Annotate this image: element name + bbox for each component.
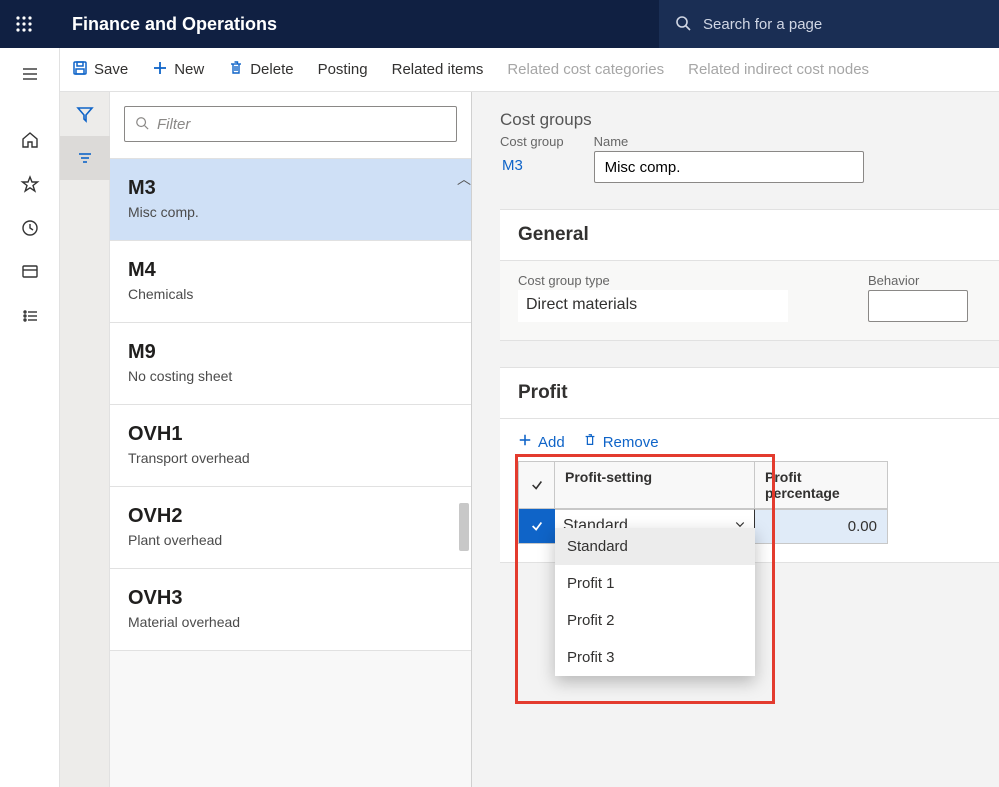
cost-group-value[interactable]: M3 [500, 151, 564, 180]
save-icon [72, 60, 88, 80]
plus-icon [152, 60, 168, 80]
behavior-label: Behavior [868, 273, 968, 288]
profit-grid: Profit-setting Profit percentage Standar… [518, 461, 888, 544]
cost-group-type-label: Cost group type [518, 273, 788, 288]
save-label: Save [94, 61, 128, 78]
scrollbar-thumb[interactable] [459, 503, 469, 551]
section-profit: Profit Add [500, 367, 999, 563]
behavior-value[interactable] [868, 290, 968, 322]
global-search[interactable] [659, 0, 999, 48]
list-item[interactable]: OVH1 Transport overhead [110, 405, 471, 487]
name-input[interactable] [594, 151, 864, 183]
list-item-code: OVH3 [128, 587, 453, 610]
list-item-name: No costing sheet [128, 368, 453, 384]
profit-add-label: Add [538, 434, 565, 451]
grid-select-all[interactable] [519, 462, 555, 508]
posting-button[interactable]: Posting [318, 61, 368, 78]
col-profit-percentage[interactable]: Profit percentage [755, 462, 887, 508]
dropdown-option[interactable]: Profit 2 [555, 602, 755, 639]
search-icon [675, 15, 691, 34]
list-item-code: M9 [128, 341, 453, 364]
list-item[interactable]: M3 Misc comp. [110, 159, 471, 241]
col-profit-setting[interactable]: Profit-setting [555, 462, 755, 508]
profit-percentage-cell[interactable]: 0.00 [755, 509, 887, 543]
list-filter-input[interactable] [157, 116, 446, 133]
filter-sort-icon[interactable] [60, 136, 110, 180]
list-item-name: Plant overhead [128, 532, 453, 548]
filter-funnel-icon[interactable] [60, 92, 110, 136]
trash-icon [228, 60, 244, 80]
plus-icon [518, 433, 532, 451]
profit-add-button[interactable]: Add [518, 433, 565, 451]
nav-toggle-icon[interactable] [0, 52, 60, 96]
nav-workspaces-icon[interactable] [0, 250, 60, 294]
list-item-name: Chemicals [128, 286, 453, 302]
list-item-code: OVH1 [128, 423, 453, 446]
list-item-code: M4 [128, 259, 453, 282]
app-launcher-icon[interactable] [0, 0, 48, 48]
section-general-title[interactable]: General [500, 210, 999, 261]
page-title: Cost groups [500, 110, 999, 130]
list-item[interactable]: OVH2 Plant overhead [110, 487, 471, 569]
app-header: Finance and Operations [0, 0, 999, 48]
save-button[interactable]: Save [72, 60, 128, 80]
profit-remove-label: Remove [603, 434, 659, 451]
section-general: General Cost group type Direct materials… [500, 209, 999, 341]
list-item-name: Transport overhead [128, 450, 453, 466]
nav-recent-icon[interactable] [0, 206, 60, 250]
nav-modules-icon[interactable] [0, 294, 60, 338]
nav-favorites-icon[interactable] [0, 162, 60, 206]
app-title: Finance and Operations [48, 14, 277, 35]
detail-pane: Cost groups Cost group M3 Name General [472, 92, 999, 787]
search-icon [135, 116, 149, 133]
related-cost-categories-button[interactable]: Related cost categories [507, 61, 664, 78]
list-item-name: Misc comp. [128, 204, 453, 220]
delete-button[interactable]: Delete [228, 60, 293, 80]
related-indirect-cost-nodes-label: Related indirect cost nodes [688, 61, 869, 78]
action-bar: Save New Delete Posting Related items [60, 48, 999, 92]
trash-icon [583, 433, 597, 451]
related-cost-categories-label: Related cost categories [507, 61, 664, 78]
profit-remove-button[interactable]: Remove [583, 433, 659, 451]
list-item[interactable]: M9 No costing sheet [110, 323, 471, 405]
list-item[interactable]: OVH3 Material overhead [110, 569, 471, 651]
list-toolbar [60, 92, 110, 787]
delete-label: Delete [250, 61, 293, 78]
posting-label: Posting [318, 61, 368, 78]
list-item-code: OVH2 [128, 505, 453, 528]
related-items-label: Related items [392, 61, 484, 78]
nav-rail [0, 48, 60, 787]
global-search-input[interactable] [703, 16, 983, 33]
dropdown-option[interactable]: Standard [555, 528, 755, 565]
dropdown-option[interactable]: Profit 3 [555, 639, 755, 676]
profit-setting-dropdown: Standard Profit 1 Profit 2 Profit 3 [555, 528, 755, 676]
new-label: New [174, 61, 204, 78]
related-items-button[interactable]: Related items [392, 61, 484, 78]
scroll-up-chevron-icon[interactable]: ︿ [457, 169, 471, 189]
row-select-checkbox[interactable] [519, 509, 555, 543]
list-item[interactable]: M4 Chemicals [110, 241, 471, 323]
list-filter[interactable] [124, 106, 457, 142]
name-label: Name [594, 134, 864, 149]
related-indirect-cost-nodes-button[interactable]: Related indirect cost nodes [688, 61, 869, 78]
list-item-name: Material overhead [128, 614, 453, 630]
list-item-code: M3 [128, 177, 453, 200]
record-list: M3 Misc comp. M4 Chemicals M9 No costing… [110, 92, 472, 787]
nav-home-icon[interactable] [0, 118, 60, 162]
section-profit-title[interactable]: Profit [500, 368, 999, 419]
dropdown-option[interactable]: Profit 1 [555, 565, 755, 602]
cost-group-label: Cost group [500, 134, 564, 149]
new-button[interactable]: New [152, 60, 204, 80]
cost-group-type-value[interactable]: Direct materials [518, 290, 788, 322]
